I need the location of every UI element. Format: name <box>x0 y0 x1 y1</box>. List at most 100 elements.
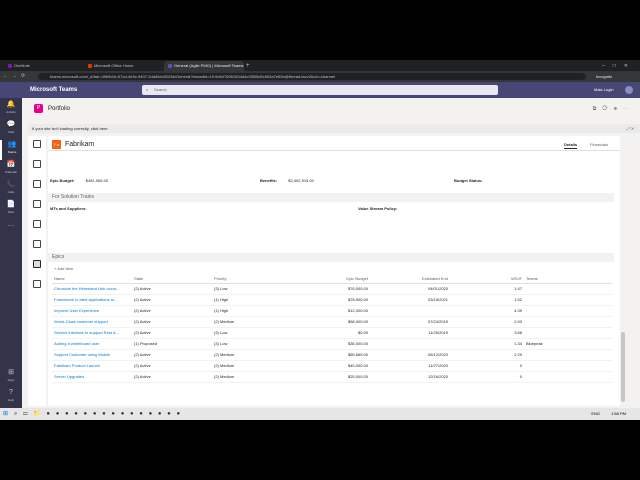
report-page-nav <box>28 136 46 406</box>
cell-state: (2) Active <box>132 371 212 383</box>
epics-table: Name State Priority Epic Budget Estimate… <box>52 275 612 383</box>
epic-name-link[interactable]: Improve User Experience <box>52 305 132 317</box>
col-estimated-end[interactable]: Estimated End <box>370 275 450 284</box>
cell-end: 07/24/2019 <box>370 316 450 328</box>
cell-budget: $0.00 <box>290 327 370 339</box>
epic-name-link[interactable]: Adding a whiteboard user <box>52 338 132 350</box>
col-name[interactable]: Name <box>52 275 132 284</box>
col-teams[interactable]: Teams <box>524 275 612 284</box>
cell-teams <box>524 360 612 372</box>
table-row[interactable]: Server Upgrades (2) Active (2) Medium $2… <box>52 371 612 383</box>
teams-icon: 👥 <box>7 141 17 148</box>
epic-name-link[interactable]: Service interface to support Rest A... <box>52 327 132 339</box>
report-scrollbar[interactable] <box>620 136 626 406</box>
incognito-label[interactable]: Incognito <box>596 71 612 82</box>
cell-teams <box>524 294 612 306</box>
browser-tab-teams[interactable]: General (Agile PMO) | Microsoft Teams <box>164 61 244 71</box>
rail-item-chat[interactable]: 💬 Chat <box>0 120 22 140</box>
epic-name-link[interactable]: Server Upgrades <box>52 371 132 383</box>
epic-budget-field: Epic Budget: $481,065.00 <box>50 178 109 183</box>
nav-buttons[interactable]: ←→⟳ <box>3 71 29 82</box>
cell-priority: (2) Medium <box>212 371 290 383</box>
tab-details[interactable]: Details <box>564 141 578 149</box>
table-row[interactable]: Improve User Experience (2) Active (1) H… <box>52 305 612 317</box>
cell-priority: (2) Medium <box>212 349 290 361</box>
table-row[interactable]: Framework to alert applications to... (2… <box>52 294 612 306</box>
add-item-button[interactable]: + Add Item <box>54 265 73 273</box>
cell-state: (1) Proposed <box>132 338 212 350</box>
new-tab-icon[interactable]: + <box>246 61 250 71</box>
windows-start-icon[interactable]: ⊞ <box>3 410 8 418</box>
table-row[interactable]: Support Customer using Mobile (2) Active… <box>52 349 612 361</box>
clock[interactable]: 1:58 PM <box>611 408 626 420</box>
warning-text[interactable]: If your site isn't loading correctly, cl… <box>32 126 108 131</box>
close-icon[interactable]: ⤢ ✕ <box>627 124 634 133</box>
col-priority[interactable]: Priority <box>212 275 290 284</box>
language-indicator[interactable]: ENG <box>591 408 600 420</box>
table-row[interactable]: World-Class customer support (2) Active … <box>52 316 612 328</box>
epic-name-link[interactable]: Chronicle the Hinterland Hub occur... <box>52 283 132 295</box>
cell-state: (2) Active <box>132 327 212 339</box>
epic-name-link[interactable]: Support Customer using Mobile <box>52 349 132 361</box>
header-action-icons[interactable]: ⧉⟳⊕⋯ <box>593 98 634 120</box>
page-title: Portfolio <box>48 106 71 112</box>
epic-name-link[interactable]: World-Class customer support <box>52 316 132 328</box>
search-input[interactable]: ⌕ Search <box>142 85 498 95</box>
cell-wsjf: 0 <box>450 371 524 383</box>
site-warning-banner[interactable]: If your site isn't loading correctly, cl… <box>28 124 640 133</box>
page-icon[interactable] <box>33 220 41 228</box>
tab-financials[interactable]: Financials <box>590 141 608 148</box>
window-controls[interactable]: –□✕ <box>602 61 636 71</box>
epic-name-link[interactable]: Framework to alert applications to... <box>52 294 132 306</box>
section-solution-trains: For Solution Trains <box>48 193 614 202</box>
cell-state: (2) Active <box>132 283 212 295</box>
rail-item-apps[interactable]: ⊞ Apps <box>0 368 22 388</box>
page-icon[interactable] <box>33 240 41 248</box>
cell-budget: $65,665.00 <box>290 349 370 361</box>
page-icon[interactable] <box>33 280 41 288</box>
col-epic-budget[interactable]: Epic Budget <box>290 275 370 284</box>
rail-item-more[interactable]: … <box>0 220 22 240</box>
office-icon <box>88 63 92 68</box>
table-row[interactable]: Service interface to support Rest A... (… <box>52 327 612 339</box>
page-icon-selected[interactable] <box>33 260 41 268</box>
url-field[interactable]: teams.microsoft.com/_#/tab::d9b9c0e-67cd… <box>38 73 586 80</box>
phone-icon: 📞 <box>6 181 16 188</box>
cell-budget: $12,000.00 <box>290 305 370 317</box>
cell-priority: (2) Medium <box>212 316 290 328</box>
table-row[interactable]: Adding a whiteboard user (1) Proposed (3… <box>52 338 612 350</box>
table-row[interactable]: Chronicle the Hinterland Hub occur... (2… <box>52 283 612 295</box>
scrollbar-thumb[interactable] <box>621 332 625 402</box>
page-icon[interactable] <box>33 160 41 168</box>
search-icon: ⌕ <box>146 87 149 92</box>
calendar-icon: 📅 <box>6 161 16 168</box>
teams-app-name: Microsoft Teams <box>30 87 78 93</box>
cell-end: 11/27/2020 <box>370 360 450 372</box>
page-icon[interactable] <box>33 140 41 148</box>
table-row[interactable]: Fabrikam Product Launch (2) Active (2) M… <box>52 360 612 372</box>
vsp-field: Value Stream Policy: <box>358 206 398 211</box>
benefits-field: Benefits: $2,402,915.00 <box>260 178 314 183</box>
epic-name-link[interactable]: Fabrikam Product Launch <box>52 360 132 372</box>
cell-end: 03/15/2021 <box>370 294 450 306</box>
rail-item-activity[interactable]: 🔔 Activity <box>0 100 22 120</box>
col-wsjf[interactable]: WSJF <box>450 275 524 284</box>
teams-header: Microsoft Teams ⌕ Search Mats Login <box>0 82 640 98</box>
cell-state: (2) Active <box>132 305 212 317</box>
rail-item-calendar[interactable]: 📅 Calendar <box>0 160 22 180</box>
rail-item-files[interactable]: 📄 Files <box>0 200 22 220</box>
page-icon[interactable] <box>33 200 41 208</box>
browser-tab-onenote[interactable]: OneNote <box>4 61 80 71</box>
col-state[interactable]: State <box>132 275 212 284</box>
cell-end <box>370 305 450 317</box>
user-name[interactable]: Mats Login <box>594 82 614 98</box>
avatar[interactable] <box>625 86 633 94</box>
bell-icon: 🔔 <box>6 101 16 108</box>
browser-tab-office[interactable]: Microsoft Office Home <box>84 61 160 71</box>
rail-item-help[interactable]: ? Help <box>0 388 22 408</box>
page-icon[interactable] <box>33 180 41 188</box>
rail-item-calls[interactable]: 📞 Calls <box>0 180 22 200</box>
taskbar-pinned-apps[interactable]: ⌕ ▭ 📁 ● ● ● ● ● ● ● ● ● ● ● ● ● ● ● <box>14 409 182 419</box>
rail-item-teams[interactable]: 👥 Teams <box>0 140 22 160</box>
cell-end: 06/12/2020 <box>370 349 450 361</box>
